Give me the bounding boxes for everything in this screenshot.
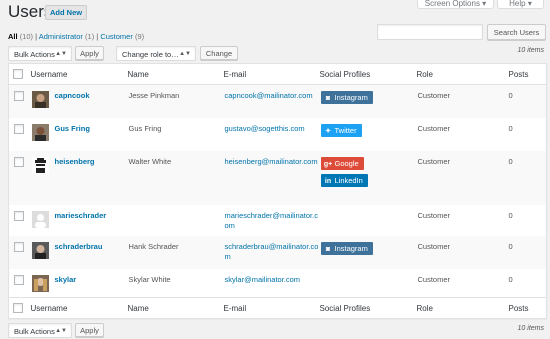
col-social-footer: Social Profiles <box>319 297 417 319</box>
avatar <box>31 241 49 259</box>
updown-icon: ▲▼ <box>179 51 191 57</box>
role-cell: Customer <box>417 156 451 166</box>
select-all-checkbox[interactable] <box>13 69 23 79</box>
name-cell: Jesse Pinkman <box>128 91 180 100</box>
apply-button[interactable]: Apply <box>75 46 104 60</box>
screen-options-label: Screen Options <box>424 0 480 8</box>
name-cell: Hank Schrader <box>128 241 179 251</box>
posts-cell: 0 <box>508 156 513 166</box>
username-link[interactable]: schraderbrau <box>55 242 103 253</box>
username-link[interactable]: marieschrader <box>55 211 107 222</box>
table-row: heisenberg Walter White heisenberg@maili… <box>8 150 547 205</box>
name-cell <box>128 205 224 236</box>
table-row: skylar Skylar White skylar@mailinator.co… <box>9 269 547 298</box>
col-email[interactable]: E-mail <box>223 63 320 85</box>
email-link[interactable]: schraderbrau@mailinator.com <box>225 242 319 262</box>
row-checkbox[interactable] <box>14 156 24 167</box>
email-link[interactable]: skylar@mailinator.com <box>225 275 301 284</box>
table-row: schraderbrau Hank Schrader schraderbrau@… <box>8 235 547 269</box>
posts-cell: 0 <box>508 210 513 220</box>
instagram-icon: ◙ <box>325 245 331 253</box>
search-input[interactable] <box>377 24 483 40</box>
change-role-select[interactable]: Change role to… ▲▼ <box>116 46 196 61</box>
row-checkbox[interactable] <box>14 210 24 221</box>
search-users-button[interactable]: Search Users <box>487 24 546 40</box>
name-cell: Walter White <box>128 156 172 166</box>
instagram-icon: ◙ <box>325 95 331 102</box>
change-button[interactable]: Change <box>200 46 238 60</box>
table-row: capncook Jesse Pinkman capncook@mailinat… <box>8 84 547 118</box>
view-customer-link[interactable]: Customer (9) <box>100 32 144 41</box>
col-role-footer: Role <box>416 297 509 319</box>
bulk-actions-select[interactable]: Bulk Actions ▲▼ <box>8 46 72 61</box>
table-footer-row: Username Name E-mail Social Profiles Rol… <box>8 297 547 319</box>
updown-icon: ▲▼ <box>55 328 67 334</box>
items-count: 10 items <box>517 47 544 54</box>
avatar <box>31 274 49 292</box>
table-row: Gus Fring Gus Fring gustavo@sogetthis.co… <box>9 118 547 151</box>
name-cell: Skylar White <box>128 274 171 284</box>
avatar <box>31 156 49 174</box>
col-role: Role <box>416 63 509 85</box>
twitter-button[interactable]: ✦ Twitter <box>320 123 362 137</box>
email-link[interactable]: capncook@mailinator.com <box>225 91 313 100</box>
role-cell: Customer <box>417 91 451 100</box>
avatar <box>31 210 49 228</box>
items-count-bottom: 10 items <box>517 325 544 332</box>
google-icon: g+ <box>323 160 333 168</box>
avatar <box>31 123 49 141</box>
email-link[interactable]: heisenberg@mailinator.com <box>225 157 318 166</box>
updown-icon: ▲▼ <box>55 51 67 57</box>
linkedin-button[interactable]: in LinkedIn <box>320 173 368 187</box>
chevron-down-icon: ▾ <box>527 0 532 8</box>
row-checkbox[interactable] <box>14 274 24 285</box>
view-all-link[interactable]: All (10) <box>8 32 33 41</box>
apply-button-bottom[interactable]: Apply <box>75 323 104 337</box>
posts-cell: 0 <box>508 91 513 100</box>
username-link[interactable]: Gus Fring <box>55 124 90 135</box>
email-link[interactable]: marieschrader@mailinator.com <box>225 211 318 231</box>
users-table: Username Name E-mail Social Profiles Rol… <box>8 63 547 319</box>
posts-cell: 0 <box>508 123 513 133</box>
row-checkbox[interactable] <box>14 241 24 252</box>
posts-cell: 0 <box>508 274 513 284</box>
role-cell: Customer <box>417 241 451 251</box>
bulk-actions-select-bottom[interactable]: Bulk Actions ▲▼ <box>8 323 72 338</box>
col-name-footer[interactable]: Name <box>127 297 224 319</box>
instagram-button[interactable]: ◙ Instagram <box>320 91 373 104</box>
col-posts-footer[interactable]: Posts <box>508 297 547 319</box>
twitter-icon: ✦ <box>325 127 331 135</box>
avatar <box>31 91 49 108</box>
add-new-button[interactable]: Add New <box>45 5 88 20</box>
table-row: marieschrader marieschrader@mailinator.c… <box>9 205 547 236</box>
view-administrator-link[interactable]: Administrator (1) <box>39 32 94 41</box>
col-social: Social Profiles <box>319 63 417 85</box>
col-username-footer[interactable]: Username <box>30 297 128 319</box>
help-button[interactable]: Help ▾ <box>497 0 544 9</box>
role-cell: Customer <box>417 210 451 220</box>
table-header-row: Username Name E-mail Social Profiles Rol… <box>8 63 547 85</box>
instagram-button[interactable]: ◙ Instagram <box>320 241 373 255</box>
role-cell: Customer <box>417 274 451 284</box>
name-cell: Gus Fring <box>128 123 162 133</box>
row-checkbox[interactable] <box>14 123 24 134</box>
col-posts[interactable]: Posts <box>508 63 547 85</box>
col-username[interactable]: Username <box>30 63 128 85</box>
username-link[interactable]: skylar <box>55 275 77 286</box>
google-button[interactable]: g+ Google <box>320 156 364 170</box>
col-name[interactable]: Name <box>127 63 224 85</box>
posts-cell: 0 <box>508 241 513 251</box>
username-link[interactable]: heisenberg <box>55 157 95 168</box>
role-cell: Customer <box>417 123 451 133</box>
col-email-footer[interactable]: E-mail <box>223 297 320 319</box>
username-link[interactable]: capncook <box>55 91 90 102</box>
views-filter: All (10) | Administrator (1) | Customer … <box>8 32 145 41</box>
select-all-checkbox-footer[interactable] <box>13 303 23 313</box>
row-checkbox[interactable] <box>14 91 24 101</box>
email-link[interactable]: gustavo@sogetthis.com <box>225 124 305 133</box>
linkedin-icon: in <box>324 177 332 185</box>
help-label: Help <box>509 0 526 8</box>
chevron-down-icon: ▾ <box>482 0 487 8</box>
screen-options-button[interactable]: Screen Options ▾ <box>417 0 494 9</box>
